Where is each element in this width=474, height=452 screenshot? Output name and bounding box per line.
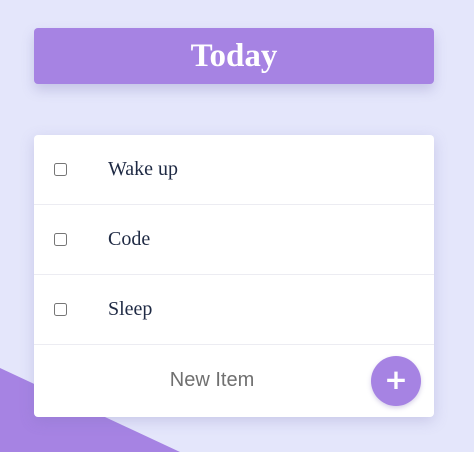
todo-item-label: Sleep	[108, 298, 153, 320]
todo-item: Code	[34, 205, 434, 275]
todo-item-label: Code	[108, 228, 151, 250]
todo-list-card: Wake up Code Sleep +	[34, 135, 434, 417]
todo-item-checkbox[interactable]	[54, 233, 67, 246]
todo-item-label: Wake up	[108, 158, 179, 180]
plus-icon: +	[384, 363, 408, 396]
todo-item-checkbox[interactable]	[54, 163, 67, 176]
title-banner: Today	[34, 28, 434, 84]
todo-item: Wake up	[34, 135, 434, 205]
todo-item-checkbox[interactable]	[54, 303, 67, 316]
add-item-button[interactable]: +	[371, 356, 421, 406]
new-item-input[interactable]	[34, 345, 390, 415]
page-title: Today	[190, 37, 278, 74]
new-item-row: +	[34, 345, 434, 415]
todo-item: Sleep	[34, 275, 434, 345]
